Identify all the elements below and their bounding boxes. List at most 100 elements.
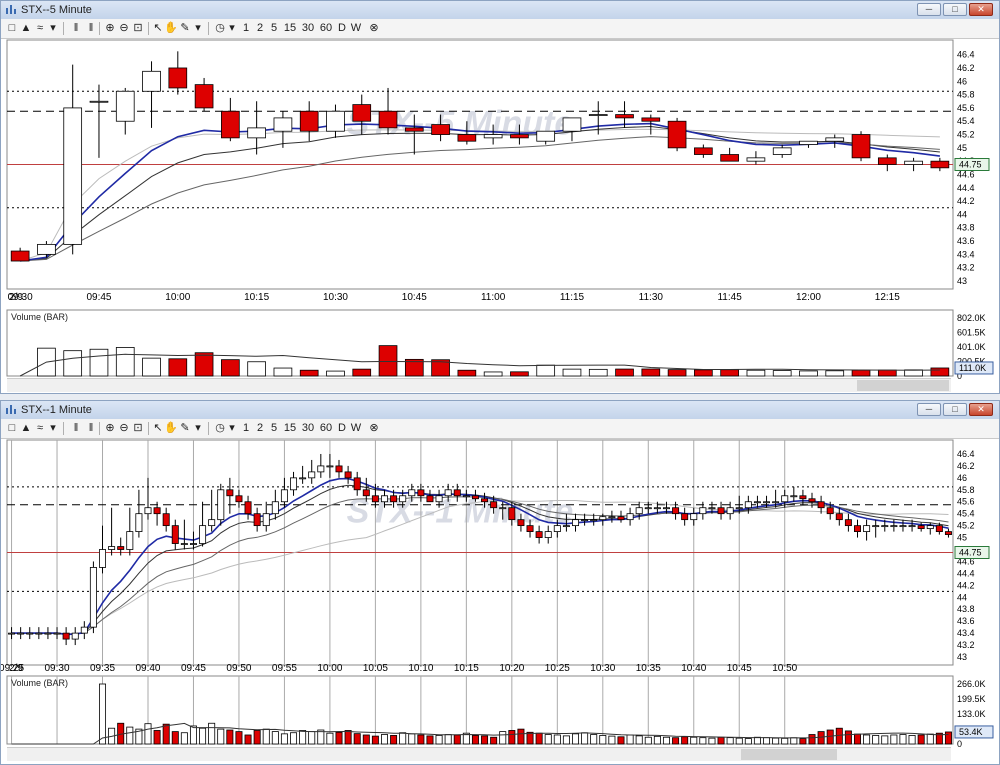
volume-bar [271,731,279,745]
scrollbar-thumb[interactable] [857,380,949,391]
candle-body [162,513,170,527]
maximize-button[interactable]: □ [943,3,967,16]
period-1[interactable]: 1 [241,421,251,436]
period-1[interactable]: 1 [241,21,251,36]
zoom-in-icon[interactable]: ⊕ [103,21,117,36]
volume-bar [808,734,816,745]
time-tick-label: 09:45 [86,292,111,303]
time-tick-label: 09:35 [90,663,115,674]
interval-clock-icon[interactable]: ◷ [213,421,227,436]
period-15[interactable]: 15 [283,21,297,36]
interval-clock-icon[interactable]: ◷ [213,21,227,36]
volume-bar [153,730,161,745]
period-2[interactable]: 2 [255,421,265,436]
candle-body [877,157,897,165]
horizontal-scrollbar[interactable] [7,747,951,761]
hand-pan-icon[interactable]: ✋ [164,421,178,436]
line-chart-icon[interactable]: ≈ [33,421,47,436]
minimize-button[interactable]: ─ [917,3,941,16]
chart-type-dropdown-icon[interactable]: ▾ [47,21,59,36]
zoom-fit-icon[interactable]: ⊡ [131,21,145,36]
candle-body [904,160,923,165]
candle-body [194,84,214,109]
period-15[interactable]: 15 [283,421,297,436]
title-bar[interactable]: STX--1 Minute ─ □ ✕ [1,401,999,420]
maximize-button[interactable]: □ [943,403,967,416]
time-tick-label: 09:45 [181,663,206,674]
candle-body [544,531,552,538]
horizontal-scrollbar[interactable] [7,378,951,392]
close-chart-icon[interactable]: ⊗ [367,421,381,436]
candle-body [944,531,952,535]
period-60[interactable]: 60 [319,21,333,36]
time-tick-label: 09:30 [45,663,70,674]
volume-tick-label: 266.0K [957,679,986,689]
period-30[interactable]: 30 [301,421,315,436]
candle-body [817,501,825,509]
period-60[interactable]: 60 [319,421,333,436]
title-bar[interactable]: STX--5 Minute ─ □ ✕ [1,1,999,20]
period-weekly[interactable]: W [350,21,362,36]
period-daily[interactable]: D [336,21,348,36]
volume-bar [690,736,698,745]
candle-body [426,495,434,503]
chart-type-dropdown-icon[interactable]: ▾ [47,421,59,436]
bar-spacing-icon[interactable]: ‖ [69,421,83,436]
volume-bar [221,359,240,377]
period-5[interactable]: 5 [269,421,279,436]
hand-pan-icon[interactable]: ✋ [164,21,178,36]
pause-icon[interactable]: ‖ [85,421,97,436]
candle [667,117,687,152]
bar-chart-icon[interactable]: □ [5,21,19,36]
draw-pencil-icon[interactable]: ✎ [178,21,192,36]
pause-icon[interactable]: ‖ [85,21,97,36]
bar-spacing-icon[interactable]: ‖ [69,21,83,36]
drawing-tools-dropdown-icon[interactable]: ▾ [193,21,203,36]
candle-body [462,495,470,498]
cursor-icon[interactable]: ↖ [152,421,164,436]
price-tick-label: 45.8 [957,485,975,495]
cursor-icon[interactable]: ↖ [152,21,164,36]
interval-dropdown-icon[interactable]: ▾ [227,421,237,436]
minimize-button[interactable]: ─ [917,403,941,416]
close-button[interactable]: ✕ [969,403,993,416]
period-30[interactable]: 30 [301,21,315,36]
period-daily[interactable]: D [336,421,348,436]
drawing-tools-dropdown-icon[interactable]: ▾ [193,421,203,436]
volume-bar [890,734,898,745]
window-title: STX--1 Minute [21,404,92,416]
area-chart-icon[interactable]: ▲ [19,21,33,36]
price-tick-label: 45.2 [957,521,975,531]
volume-bar [171,731,179,745]
volume-bar [726,737,734,745]
draw-pencil-icon[interactable]: ✎ [178,421,192,436]
line-chart-icon[interactable]: ≈ [33,21,47,36]
price-volume-chart[interactable]: STX--1 Minute09:25 09:30 09:35 09:40 09:45 09… [1,438,999,764]
zoom-in-icon[interactable]: ⊕ [103,421,117,436]
volume-bar [930,367,950,377]
candle-body [108,546,116,550]
period-2[interactable]: 2 [255,21,265,36]
interval-dropdown-icon[interactable]: ▾ [227,21,237,36]
price-tick-label: 45.6 [957,103,975,113]
price-volume-chart[interactable]: STX--5 Minute09:30 09:45 10:00 10:15 10:30 10… [1,38,999,394]
scrollbar-thumb[interactable] [741,749,837,760]
volume-bar [772,737,780,745]
close-button[interactable]: ✕ [969,3,993,16]
candle-body [352,104,372,122]
volume-bar [208,722,216,745]
candle-body [562,525,570,528]
zoom-out-icon[interactable]: ⊖ [117,21,131,36]
volume-tick-label: 601.5K [957,328,986,338]
zoom-out-icon[interactable]: ⊖ [117,421,131,436]
candle-body [599,516,607,521]
period-5[interactable]: 5 [269,21,279,36]
volume-tick-label: 401.0K [957,342,986,352]
bar-chart-icon[interactable]: □ [5,421,19,436]
price-tick-label: 45.2 [957,130,975,140]
area-chart-icon[interactable]: ▲ [19,421,33,436]
period-weekly[interactable]: W [350,421,362,436]
zoom-fit-icon[interactable]: ⊡ [131,421,145,436]
close-chart-icon[interactable]: ⊗ [367,21,381,36]
candle [851,131,871,162]
